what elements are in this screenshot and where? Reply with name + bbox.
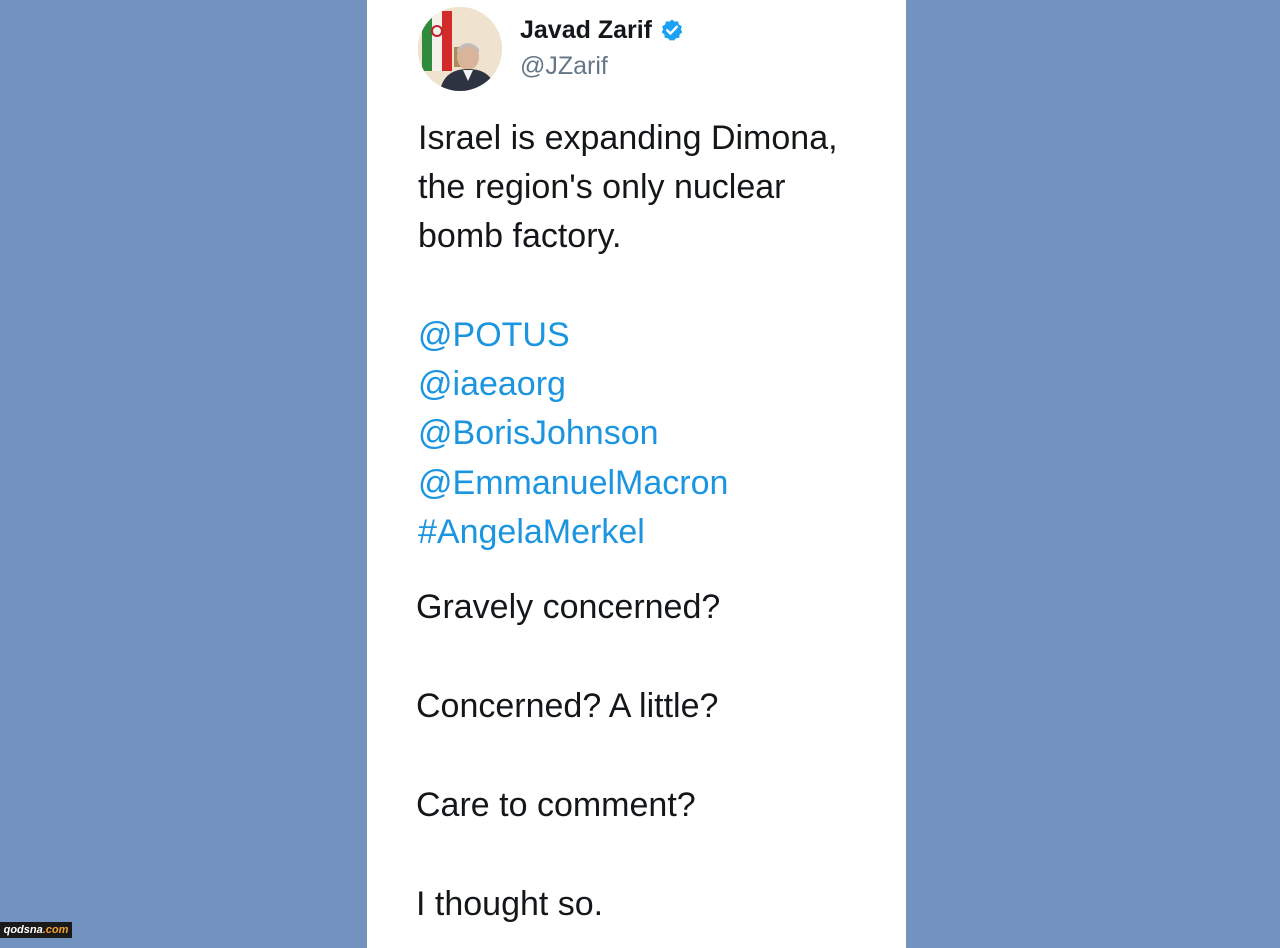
- watermark-tld: .com: [42, 924, 69, 936]
- tweet-text-line: the region's only nuclear: [418, 168, 786, 206]
- tweet-text-line: I thought so.: [416, 885, 604, 923]
- watermark-site: qodsna: [3, 924, 43, 936]
- user-handle[interactable]: @JZarif: [520, 52, 608, 81]
- tweet-text-line: bomb factory.: [418, 217, 622, 255]
- watermark-logo: qodsna.com: [0, 922, 72, 938]
- hashtag-angelamerkel[interactable]: #AngelaMerkel: [418, 512, 645, 552]
- avatar[interactable]: [418, 7, 502, 91]
- tweet-text-line: Gravely concerned?: [416, 588, 721, 626]
- tweet-card: Javad Zarif @JZarif Israel is expanding …: [367, 0, 906, 948]
- mention-potus[interactable]: @POTUS: [418, 315, 570, 355]
- mention-borisjohnson[interactable]: @BorisJohnson: [418, 413, 659, 453]
- mention-emmanuelmacron[interactable]: @EmmanuelMacron: [418, 463, 728, 503]
- verified-badge-icon: [660, 18, 684, 42]
- display-name[interactable]: Javad Zarif: [520, 16, 652, 45]
- tweet-text-line: Care to comment?: [416, 786, 696, 824]
- tweet-text-line: Israel is expanding Dimona,: [418, 119, 838, 157]
- name-row: Javad Zarif: [520, 12, 684, 48]
- tweet-text-line: Concerned? A little?: [416, 687, 719, 725]
- mention-iaeaorg[interactable]: @iaeaorg: [418, 364, 566, 404]
